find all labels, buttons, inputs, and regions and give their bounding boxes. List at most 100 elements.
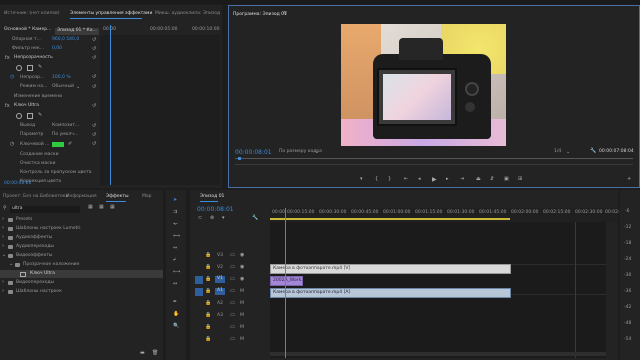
track-select-icon[interactable]: ⇉: [173, 210, 177, 215]
wrench-icon[interactable]: 🔧: [590, 149, 596, 154]
eyedropper-icon[interactable]: ✐: [68, 142, 72, 147]
program-scrubber[interactable]: [235, 158, 633, 159]
track-label-v1[interactable]: V1: [215, 276, 225, 283]
timeline-scrollbar[interactable]: [270, 352, 606, 356]
chevron-down-icon[interactable]: ⌄: [566, 150, 570, 155]
reset-icon[interactable]: ↺: [92, 133, 96, 138]
effect-controls-timecode[interactable]: 00:00:08:01: [4, 181, 31, 187]
reset-icon[interactable]: ↺: [92, 124, 96, 129]
tab-audio-mixer[interactable]: Микш. аудиоклипа: Эпизод: [155, 11, 220, 16]
linked-selection-icon[interactable]: ⊗: [210, 216, 214, 221]
sequence-label[interactable]: Эпизод 01 * Ка...: [55, 28, 99, 35]
tree-item[interactable]: Прозрачное наложение: [23, 262, 79, 268]
clip-v2[interactable]: Камера в фотоаппарате.mp4 [V]: [270, 264, 511, 274]
effects-mini-timeline[interactable]: [100, 35, 220, 185]
razor-icon[interactable]: ⌿: [173, 258, 176, 263]
fx-icon[interactable]: fx: [5, 56, 10, 61]
accelerated-effects-icon[interactable]: ▦: [88, 205, 93, 210]
reset-icon[interactable]: ↺: [92, 47, 96, 52]
add-button-icon[interactable]: +: [627, 177, 631, 182]
comparison-icon[interactable]: ⊞: [518, 177, 522, 182]
tab-info[interactable]: Информация: [66, 194, 97, 199]
rect-mask-icon[interactable]: [27, 113, 33, 119]
pen-mask-icon[interactable]: ✎: [38, 113, 42, 118]
track-label-a2[interactable]: A2: [217, 301, 223, 307]
chevron-down-icon[interactable]: ⌄: [315, 150, 319, 155]
camera-icon[interactable]: ▣: [504, 177, 509, 182]
reset-icon[interactable]: ↺: [92, 142, 96, 147]
reset-icon[interactable]: ↺: [92, 75, 96, 80]
video-frame[interactable]: [341, 24, 506, 146]
tab-sequence[interactable]: Эпизод 01: [200, 194, 224, 199]
timeline-timecode[interactable]: 00:00:08:01: [197, 207, 234, 213]
marker-icon[interactable]: ▾: [360, 177, 363, 182]
tree-item[interactable]: Аудиопереходы: [16, 244, 54, 250]
step-back-icon[interactable]: ◂: [418, 177, 421, 182]
32bit-effects-icon[interactable]: ▦: [99, 205, 104, 210]
wrench-icon[interactable]: 🔧: [252, 216, 258, 221]
clip-label[interactable]: Основной * Камер...: [4, 27, 51, 33]
sub-item-matte-cleanup[interactable]: Очистка маски: [20, 161, 55, 167]
add-marker-icon[interactable]: ▾: [222, 216, 225, 221]
time-remap-label[interactable]: Изменение времени: [14, 94, 62, 100]
extract-icon[interactable]: ⇵: [490, 177, 494, 182]
fx-icon[interactable]: fx: [5, 104, 10, 109]
tab-source[interactable]: Источник: (нет клипов): [4, 11, 60, 16]
anchor-value[interactable]: 960,0 540,0: [52, 37, 79, 43]
reset-icon[interactable]: ↺: [92, 104, 96, 109]
tree-item[interactable]: Шаблоны настроек Lumetri: [16, 226, 81, 232]
snap-icon[interactable]: ⊂: [198, 216, 202, 221]
reset-icon[interactable]: ↺: [92, 56, 96, 61]
quality-select[interactable]: 1/4: [554, 149, 561, 155]
mark-out-icon[interactable]: }: [388, 177, 391, 182]
tree-item[interactable]: Presets: [16, 217, 32, 223]
track-label-a3[interactable]: A3: [217, 313, 223, 319]
stopwatch-icon[interactable]: ◷: [10, 75, 14, 80]
tab-markers[interactable]: Мар: [142, 194, 152, 199]
tab-effect-controls[interactable]: Элементы управления эффектами: [70, 11, 152, 16]
key-color-swatch[interactable]: [52, 142, 64, 147]
selection-tool-icon[interactable]: ➤: [173, 198, 177, 203]
slide-tool-icon[interactable]: ↔: [173, 282, 177, 287]
reset-icon[interactable]: ↺: [92, 85, 96, 90]
track-label-a1[interactable]: A1: [215, 288, 225, 295]
rect-mask-icon[interactable]: [27, 65, 33, 71]
sub-item-matte-gen[interactable]: Создание маски: [20, 152, 59, 158]
reset-icon[interactable]: ↺: [92, 38, 96, 43]
yuv-effects-icon[interactable]: ▦: [110, 205, 115, 210]
play-icon[interactable]: ▶: [432, 177, 437, 183]
go-to-in-icon[interactable]: ⇤: [404, 177, 408, 182]
track-label-v3[interactable]: V3: [217, 253, 227, 261]
clip-v1[interactable]: 2002A_Work...: [270, 276, 305, 286]
tree-item[interactable]: Шаблоны настроек: [16, 289, 62, 295]
pen-mask-icon[interactable]: ✎: [38, 65, 42, 70]
tab-effects[interactable]: Эффекты: [106, 194, 129, 199]
program-timecode[interactable]: 00:00:08:01: [235, 150, 272, 156]
selected-row[interactable]: Ключ Ultra: [0, 270, 163, 278]
blend-select[interactable]: Обычный: [52, 84, 74, 90]
ellipse-mask-icon[interactable]: [16, 113, 22, 119]
rate-stretch-icon[interactable]: ⇔: [173, 246, 177, 251]
flicker-value[interactable]: 0,00: [52, 46, 62, 52]
scrubber-playhead[interactable]: [238, 157, 241, 160]
program-title[interactable]: Программа: Эпизод 01: [233, 12, 287, 17]
go-to-out-icon[interactable]: ⇥: [460, 177, 464, 182]
clip-a1[interactable]: Камера в фотоаппарате.mp4 [A]: [270, 288, 511, 298]
lift-icon[interactable]: ⏏: [476, 177, 481, 182]
step-forward-icon[interactable]: ▸: [446, 177, 449, 182]
track-label-v2[interactable]: V2: [217, 265, 223, 271]
track-area[interactable]: Камера в фотоаппарате.mp4 [V] 2002A_Work…: [270, 222, 606, 358]
new-bin-icon[interactable]: ▬: [140, 351, 145, 356]
opacity-value[interactable]: 100,0 %: [52, 75, 71, 81]
hand-tool-icon[interactable]: ✋: [173, 312, 179, 317]
tab-libraries[interactable]: Библиотеки: [40, 194, 68, 199]
stopwatch-icon[interactable]: ◷: [10, 142, 14, 147]
ellipse-mask-icon[interactable]: [16, 65, 22, 71]
time-ruler[interactable]: 00:00 00:00:15:00 00:00:30:00 00:00:45:0…: [270, 208, 632, 222]
rolling-edit-icon[interactable]: ⟺: [173, 234, 180, 239]
sub-item-spill[interactable]: Контроль за пропуском цвета: [20, 170, 91, 176]
playhead[interactable]: [110, 25, 111, 185]
work-area-bar[interactable]: [270, 218, 510, 220]
timeline-playhead[interactable]: [285, 208, 286, 358]
tab-project[interactable]: Проект: Без на...: [3, 194, 43, 199]
